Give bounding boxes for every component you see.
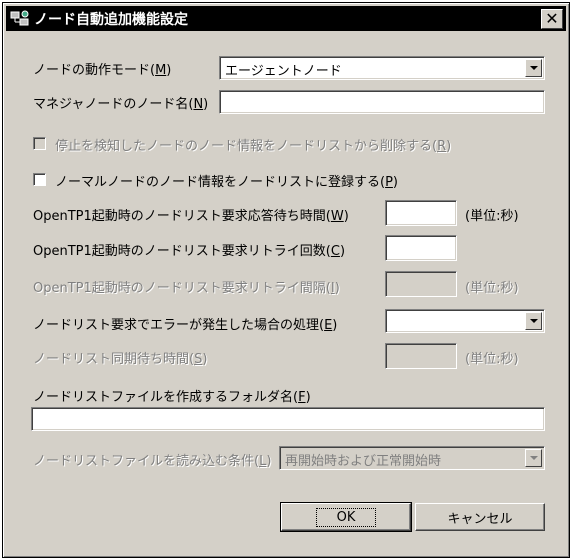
retry-interval-unit: (単位:秒) — [465, 281, 519, 296]
sync-wait-label: ノードリスト同期待ち時間(S) — [33, 352, 208, 367]
wait-time-input[interactable] — [385, 200, 457, 226]
mode-select-value: エージェントノード — [225, 64, 342, 79]
chevron-down-icon — [529, 456, 538, 460]
chevron-down-icon — [529, 319, 538, 323]
retry-interval-label: OpenTP1起動時のノードリスト要求リトライ間隔(I) — [33, 281, 340, 296]
error-handling-label: ノードリスト要求でエラーが発生した場合の処理(E) — [33, 318, 338, 333]
window-title: ノード自動追加機能設定 — [34, 11, 188, 28]
wait-time-label: OpenTP1起動時のノードリスト要求応答待ち時間(W) — [33, 209, 349, 224]
close-button[interactable]: ✕ — [541, 8, 563, 29]
cancel-button-label: キャンセル — [447, 511, 513, 527]
register-normal-checkbox[interactable] — [33, 173, 46, 186]
retry-count-label: OpenTP1起動時のノードリスト要求リトライ回数(C) — [33, 244, 346, 259]
title-bar[interactable]: ノード自動追加機能設定 ✕ — [6, 6, 566, 31]
sync-wait-input[interactable] — [385, 343, 457, 369]
mode-label: ノードの動作モード(M) — [33, 63, 172, 78]
ok-button[interactable]: OK — [280, 502, 412, 532]
load-condition-dropdown-button[interactable] — [525, 449, 542, 467]
delete-stopped-checkbox[interactable] — [33, 137, 46, 150]
wait-time-unit: (単位:秒) — [465, 209, 519, 224]
mode-select[interactable]: エージェントノード — [219, 56, 545, 80]
network-nodes-icon — [10, 10, 30, 28]
mode-dropdown-button[interactable] — [525, 59, 542, 77]
load-condition-select-value: 再開始時および正常開始時 — [285, 454, 442, 469]
folder-input[interactable] — [31, 407, 545, 431]
register-normal-label: ノーマルノードのノード情報をノードリストに登録する(P) — [55, 175, 398, 190]
close-icon: ✕ — [545, 8, 559, 28]
delete-stopped-label: 停止を検知したノードのノード情報をノードリストから削除する(R) — [55, 139, 452, 154]
manager-name-input[interactable] — [219, 90, 545, 114]
retry-count-input[interactable] — [385, 235, 457, 261]
manager-name-label: マネジャノードのノード名(N) — [33, 97, 209, 112]
sync-wait-unit: (単位:秒) — [465, 352, 519, 367]
folder-label: ノードリストファイルを作成するフォルダ名(F) — [33, 390, 311, 405]
load-condition-select[interactable]: 再開始時および正常開始時 — [279, 446, 545, 470]
error-handling-select[interactable] — [385, 309, 545, 333]
retry-interval-input[interactable] — [385, 271, 457, 297]
ok-button-label: OK — [315, 507, 377, 527]
node-auto-add-settings-dialog: ノード自動追加機能設定 ✕ ノードの動作モード(M) エージェントノード マネジ… — [2, 2, 570, 558]
cancel-button[interactable]: キャンセル — [415, 503, 545, 531]
error-handling-dropdown-button[interactable] — [525, 312, 542, 330]
load-condition-label: ノードリストファイルを読み込む条件(L) — [33, 454, 272, 469]
chevron-down-icon — [529, 66, 538, 70]
